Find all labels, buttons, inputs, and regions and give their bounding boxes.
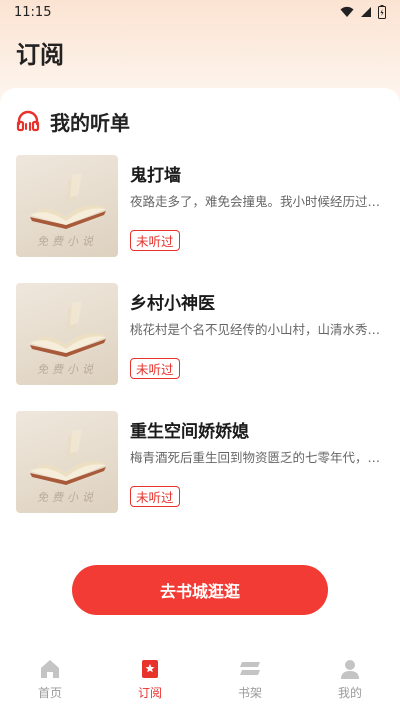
cover-watermark: 免费小说	[37, 363, 97, 376]
book-description: 梅青酒死后重生回到物资匮乏的七零年代，…	[130, 450, 381, 465]
book-title: 重生空间娇娇媳	[130, 422, 249, 442]
book-item[interactable]: 免费小说 重生空间娇娇媳 梅青酒死后重生回到物资匮乏的七零年代，… 未听过	[16, 411, 388, 513]
page-title-text: 订阅	[16, 40, 64, 69]
cellular-icon	[361, 7, 371, 17]
book-cover: 免费小说	[16, 283, 118, 385]
bookmark-icon	[142, 660, 158, 678]
subscription-card: 我的听单 免费小说 鬼打墙 夜路走多了，难免会撞鬼。我小时候经历过… 未听过 免…	[0, 88, 400, 648]
book-item[interactable]: 免费小说 鬼打墙 夜路走多了，难免会撞鬼。我小时候经历过… 未听过	[16, 155, 388, 257]
cover-watermark: 免费小说	[37, 235, 97, 248]
battery-icon	[378, 5, 386, 19]
person-icon	[341, 660, 359, 679]
book-description: 桃花村是个名不见经传的小山村，山清水秀…	[130, 322, 381, 337]
status-bar: 11:15	[0, 0, 400, 24]
cover-watermark: 免费小说	[37, 491, 97, 504]
tab-label: 书架	[237, 686, 262, 700]
status-badge: 未听过	[130, 358, 180, 379]
tab-label: 首页	[37, 686, 62, 700]
status-icons	[340, 5, 386, 19]
status-badge: 未听过	[130, 230, 180, 251]
tab-label: 订阅	[137, 686, 162, 700]
tab-home[interactable]: 首页	[0, 648, 100, 712]
book-title: 鬼打墙	[130, 166, 181, 186]
book-cover: 免费小说	[16, 155, 118, 257]
bottom-tab-bar: 首页 订阅 书架 我的	[0, 648, 400, 712]
status-badge: 未听过	[130, 486, 180, 507]
headphones-icon	[16, 110, 40, 132]
bookshelf-icon	[240, 662, 260, 675]
home-icon	[41, 660, 59, 678]
page-title: 订阅	[16, 36, 64, 69]
status-time: 11:15	[14, 4, 52, 20]
tab-subscribe[interactable]: 订阅	[100, 648, 200, 712]
book-item[interactable]: 免费小说 乡村小神医 桃花村是个名不见经传的小山村，山清水秀… 未听过	[16, 283, 388, 385]
tab-profile[interactable]: 我的	[300, 648, 400, 712]
book-cover: 免费小说	[16, 411, 118, 513]
wifi-icon	[340, 6, 354, 17]
book-title: 乡村小神医	[130, 294, 215, 314]
section-header: 我的听单	[16, 106, 130, 136]
go-to-bookstore-button[interactable]: 去书城逛逛	[72, 565, 328, 615]
section-title: 我的听单	[50, 110, 130, 135]
tab-label: 我的	[337, 686, 362, 700]
tab-bookshelf[interactable]: 书架	[200, 648, 300, 712]
book-description: 夜路走多了，难免会撞鬼。我小时候经历过…	[130, 194, 381, 209]
